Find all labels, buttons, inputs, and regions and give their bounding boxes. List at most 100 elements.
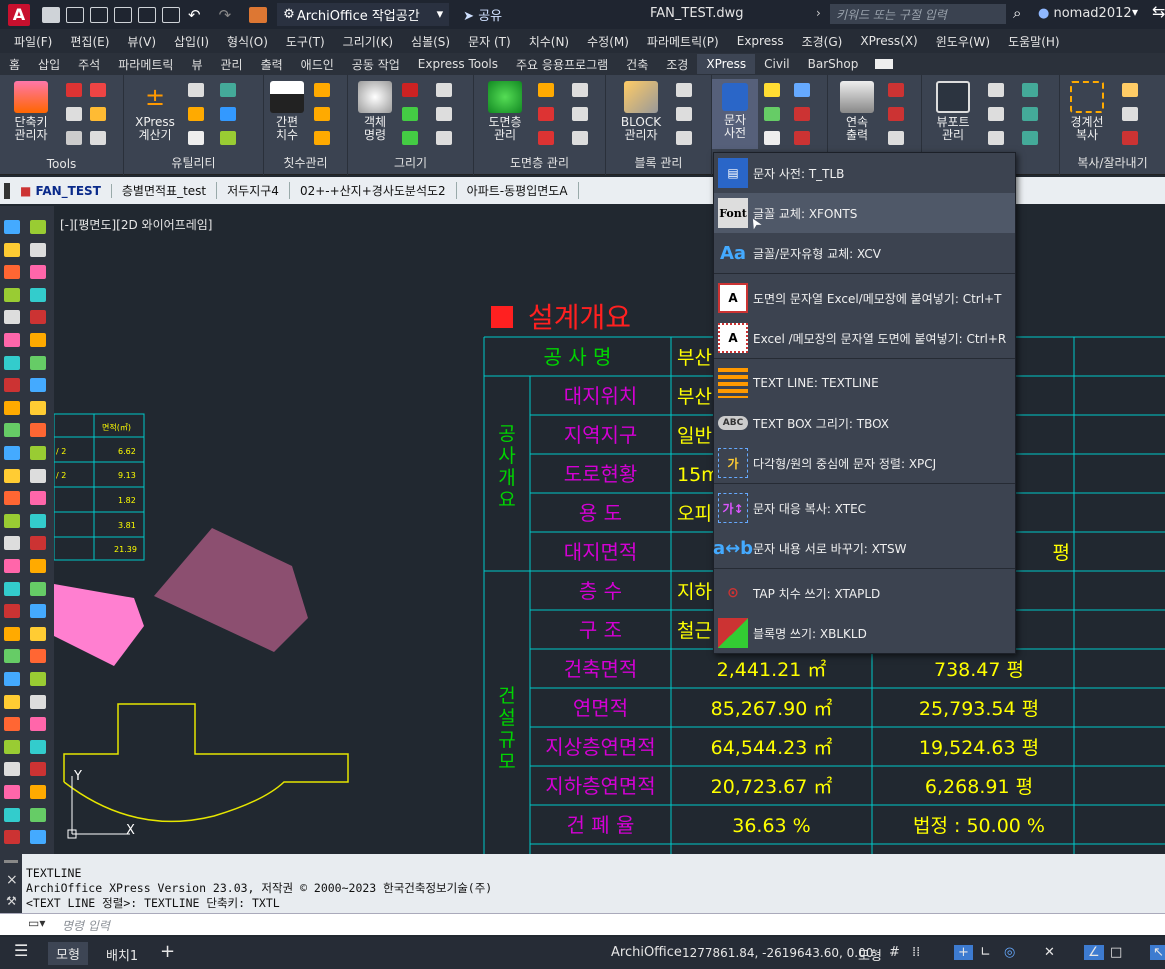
tool-icon[interactable] bbox=[220, 107, 236, 121]
yellow-outline[interactable] bbox=[63, 703, 349, 823]
tool-icon[interactable] bbox=[888, 131, 904, 145]
open-file-icon[interactable] bbox=[66, 6, 84, 23]
command-input[interactable]: ▭▾ 명령 입력 bbox=[0, 913, 1165, 935]
tool-icon[interactable] bbox=[314, 131, 330, 145]
tool-icon[interactable] bbox=[30, 423, 46, 438]
menu-symbol[interactable]: 심볼(S) bbox=[411, 33, 450, 50]
tab-layout1[interactable]: 배치1 bbox=[106, 945, 138, 964]
tab-architecture[interactable]: 건축 bbox=[617, 53, 657, 76]
doc-tab-floor-area[interactable]: 층별면적표_test bbox=[112, 182, 218, 199]
tool-icon[interactable] bbox=[1122, 107, 1138, 121]
tool-icon[interactable] bbox=[66, 107, 82, 121]
tab-collaborate[interactable]: 공동 작업 bbox=[343, 53, 409, 76]
hamburger-icon[interactable]: ☰ bbox=[14, 941, 28, 960]
tab-addins[interactable]: 애드인 bbox=[292, 53, 343, 76]
new-file-icon[interactable] bbox=[42, 6, 60, 23]
tool-icon[interactable] bbox=[30, 265, 46, 280]
help-icon[interactable]: ⇆ bbox=[1152, 2, 1165, 21]
pink-polygon[interactable] bbox=[54, 584, 144, 666]
tab-home[interactable]: 홈 bbox=[0, 53, 29, 76]
viewport-manager-button[interactable]: 뷰포트 관리 bbox=[930, 81, 976, 142]
tool-icon[interactable] bbox=[30, 468, 46, 483]
tool-icon[interactable] bbox=[572, 131, 588, 145]
tool-icon[interactable] bbox=[90, 83, 106, 97]
menu-window[interactable]: 윈도우(W) bbox=[936, 33, 990, 50]
tool-icon[interactable] bbox=[4, 785, 20, 799]
tool-icon[interactable] bbox=[4, 355, 20, 370]
dropdown-item[interactable]: Aa 글꼴/문자유형 교체: XCV bbox=[714, 233, 1015, 273]
tool-icon[interactable] bbox=[794, 83, 810, 97]
tool-icon[interactable] bbox=[30, 785, 46, 799]
grid-icon[interactable]: # bbox=[889, 945, 900, 960]
tool-icon[interactable] bbox=[30, 604, 46, 619]
doc-tab-slope[interactable]: 02+-+산지+경사도분석도2 bbox=[290, 182, 457, 199]
tool-icon[interactable] bbox=[538, 131, 554, 145]
tool-icon[interactable] bbox=[764, 131, 780, 145]
tool-icon[interactable] bbox=[4, 468, 20, 483]
tool-icon[interactable] bbox=[988, 107, 1004, 121]
save-icon[interactable] bbox=[90, 6, 108, 23]
dropdown-item[interactable]: ⊙ TAP 치수 쓰기: XTAPLD bbox=[714, 573, 1015, 613]
tab-parametric[interactable]: 파라메트릭 bbox=[109, 53, 182, 76]
tool-icon[interactable] bbox=[4, 762, 20, 777]
doc-tab-apartment[interactable]: 아파트-동평입면도A bbox=[457, 182, 579, 199]
tool-icon[interactable] bbox=[30, 378, 46, 393]
tool-icon[interactable] bbox=[30, 513, 46, 528]
tool-icon[interactable] bbox=[4, 310, 20, 325]
tool-icon[interactable] bbox=[1022, 131, 1038, 145]
osnap-icon[interactable]: ✕ bbox=[1044, 945, 1055, 960]
tool-icon[interactable] bbox=[30, 355, 46, 370]
menu-help[interactable]: 도움말(H) bbox=[1008, 33, 1060, 50]
grip-icon[interactable] bbox=[4, 860, 18, 863]
object-command-button[interactable]: 객체 명령 bbox=[352, 81, 398, 142]
tool-icon[interactable] bbox=[764, 83, 780, 97]
menu-parametric[interactable]: 파라메트릭(P) bbox=[647, 33, 719, 50]
tool-icon[interactable] bbox=[4, 400, 20, 415]
tool-icon[interactable] bbox=[30, 446, 46, 460]
search-icon[interactable]: ⌕ bbox=[1013, 4, 1021, 22]
tool-icon[interactable] bbox=[4, 446, 20, 460]
tool-icon[interactable] bbox=[30, 694, 46, 709]
tool-icon[interactable] bbox=[676, 107, 692, 121]
menu-xpress[interactable]: XPress(X) bbox=[860, 34, 917, 48]
tool-icon[interactable] bbox=[4, 694, 20, 709]
wrench-icon[interactable]: ⚒ bbox=[6, 894, 17, 908]
tab-featured-apps[interactable]: 주요 응용프로그램 bbox=[507, 53, 617, 76]
menu-tools[interactable]: 도구(T) bbox=[286, 33, 325, 50]
tab-xpress[interactable]: XPress bbox=[697, 54, 756, 74]
chevron-down-icon[interactable]: ▾ bbox=[1132, 5, 1138, 19]
batch-plot-button[interactable]: 연속 출력 bbox=[834, 81, 880, 142]
dropdown-item[interactable]: a↔b 문자 내용 서로 바꾸기: XTSW bbox=[713, 528, 1015, 568]
transparency-icon[interactable]: □ bbox=[1110, 945, 1122, 960]
tool-icon[interactable] bbox=[436, 131, 452, 145]
ortho-icon[interactable]: ∟ bbox=[980, 945, 991, 960]
tool-icon[interactable] bbox=[30, 287, 46, 302]
tab-view[interactable]: 뷰 bbox=[182, 53, 211, 76]
menu-insert[interactable]: 삽입(I) bbox=[174, 33, 209, 50]
tab-landscape[interactable]: 조경 bbox=[657, 53, 697, 76]
layer-manager-button[interactable]: 도면층 관리 bbox=[482, 81, 528, 142]
add-layout-icon[interactable]: + bbox=[160, 941, 175, 962]
tool-icon[interactable] bbox=[30, 807, 46, 822]
tool-icon[interactable] bbox=[988, 131, 1004, 145]
menu-draw[interactable]: 그리기(K) bbox=[343, 33, 393, 50]
tab-express-tools[interactable]: Express Tools bbox=[409, 54, 507, 74]
tool-icon[interactable] bbox=[30, 220, 46, 234]
tool-icon[interactable] bbox=[90, 131, 106, 145]
tool-icon[interactable] bbox=[30, 310, 46, 325]
dropdown-item[interactable]: ▤ 문자 사전: T_TLB bbox=[714, 153, 1015, 193]
shortcut-manager-button[interactable]: 단축키 관리자 bbox=[8, 81, 54, 142]
tool-icon[interactable] bbox=[188, 83, 204, 97]
tool-icon[interactable] bbox=[4, 739, 20, 754]
tool-icon[interactable] bbox=[4, 333, 20, 347]
tab-barshop[interactable]: BarShop bbox=[799, 54, 868, 74]
infer-icon[interactable]: + bbox=[954, 945, 973, 960]
dropdown-item[interactable]: A Excel /메모장의 문자열 도면에 붙여넣기: Ctrl+R bbox=[714, 318, 1015, 358]
undo-icon[interactable]: ↶ bbox=[188, 6, 201, 24]
doc-tab-fan-test[interactable]: ■ FAN_TEST bbox=[10, 183, 112, 198]
tool-icon[interactable] bbox=[988, 83, 1004, 97]
tool-icon[interactable] bbox=[4, 807, 20, 822]
dropdown-item[interactable]: ABC TEXT BOX 그리기: TBOX bbox=[714, 403, 1015, 443]
tool-icon[interactable] bbox=[888, 107, 904, 121]
tool-icon[interactable] bbox=[4, 287, 20, 302]
